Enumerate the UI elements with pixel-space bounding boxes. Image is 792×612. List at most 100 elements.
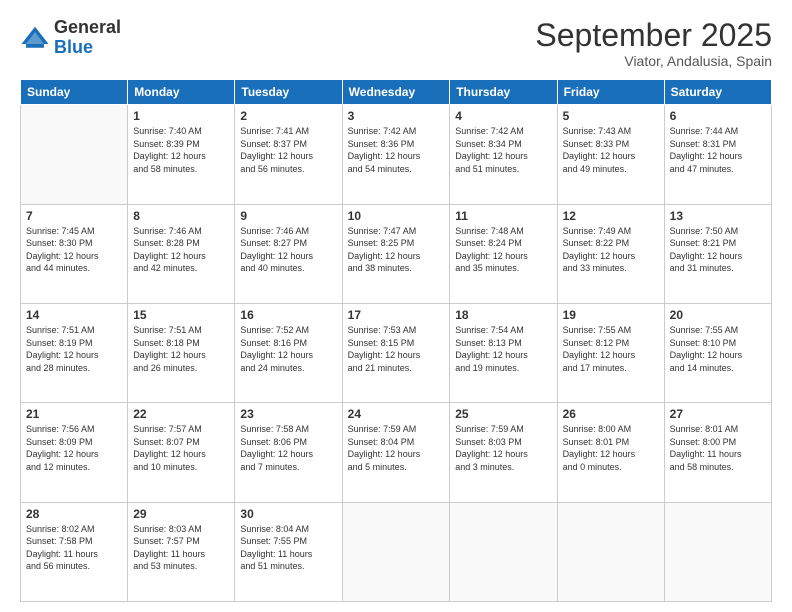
day-info: Sunrise: 7:54 AM Sunset: 8:13 PM Dayligh…	[455, 324, 551, 374]
day-info: Sunrise: 7:42 AM Sunset: 8:34 PM Dayligh…	[455, 125, 551, 175]
day-number: 26	[563, 407, 659, 421]
calendar-week-row: 21 Sunrise: 7:56 AM Sunset: 8:09 PM Dayli…	[21, 403, 772, 502]
table-row: 15 Sunrise: 7:51 AM Sunset: 8:18 PM Dayli…	[128, 303, 235, 402]
table-row: 13 Sunrise: 7:50 AM Sunset: 8:21 PM Dayli…	[664, 204, 771, 303]
calendar-table: Sunday Monday Tuesday Wednesday Thursday…	[20, 79, 772, 602]
table-row: 8 Sunrise: 7:46 AM Sunset: 8:28 PM Daylig…	[128, 204, 235, 303]
day-number: 14	[26, 308, 122, 322]
table-row: 30 Sunrise: 8:04 AM Sunset: 7:55 PM Dayli…	[235, 502, 342, 601]
calendar-week-row: 7 Sunrise: 7:45 AM Sunset: 8:30 PM Daylig…	[21, 204, 772, 303]
day-number: 4	[455, 109, 551, 123]
table-row: 3Sunrise: 7:42 AM Sunset: 8:36 PM Daylig…	[342, 105, 450, 204]
table-row: 6Sunrise: 7:44 AM Sunset: 8:31 PM Daylig…	[664, 105, 771, 204]
day-info: Sunrise: 7:52 AM Sunset: 8:16 PM Dayligh…	[240, 324, 336, 374]
day-number: 23	[240, 407, 336, 421]
day-number: 5	[563, 109, 659, 123]
day-info: Sunrise: 8:01 AM Sunset: 8:00 PM Dayligh…	[670, 423, 766, 473]
logo-icon	[20, 23, 50, 53]
table-row	[21, 105, 128, 204]
day-number: 19	[563, 308, 659, 322]
table-row: 21 Sunrise: 7:56 AM Sunset: 8:09 PM Dayli…	[21, 403, 128, 502]
table-row: 11Sunrise: 7:48 AM Sunset: 8:24 PM Dayli…	[450, 204, 557, 303]
table-row: 22Sunrise: 7:57 AM Sunset: 8:07 PM Dayli…	[128, 403, 235, 502]
table-row: 5 Sunrise: 7:43 AM Sunset: 8:33 PM Daylig…	[557, 105, 664, 204]
day-info: Sunrise: 8:03 AM Sunset: 7:57 PM Dayligh…	[133, 523, 229, 573]
table-row	[664, 502, 771, 601]
day-info: Sunrise: 7:51 AM Sunset: 8:18 PM Dayligh…	[133, 324, 229, 374]
col-monday: Monday	[128, 80, 235, 105]
subtitle: Viator, Andalusia, Spain	[535, 53, 772, 69]
table-row: 27 Sunrise: 8:01 AM Sunset: 8:00 PM Dayli…	[664, 403, 771, 502]
day-number: 30	[240, 507, 336, 521]
table-row: 14 Sunrise: 7:51 AM Sunset: 8:19 PM Dayli…	[21, 303, 128, 402]
day-number: 17	[348, 308, 445, 322]
day-number: 25	[455, 407, 551, 421]
table-row: 29 Sunrise: 8:03 AM Sunset: 7:57 PM Dayli…	[128, 502, 235, 601]
day-info: Sunrise: 7:50 AM Sunset: 8:21 PM Dayligh…	[670, 225, 766, 275]
day-info: Sunrise: 7:53 AM Sunset: 8:15 PM Dayligh…	[348, 324, 445, 374]
day-info: Sunrise: 8:04 AM Sunset: 7:55 PM Dayligh…	[240, 523, 336, 573]
table-row: 10Sunrise: 7:47 AM Sunset: 8:25 PM Dayli…	[342, 204, 450, 303]
day-info: Sunrise: 7:51 AM Sunset: 8:19 PM Dayligh…	[26, 324, 122, 374]
calendar-header-row: Sunday Monday Tuesday Wednesday Thursday…	[21, 80, 772, 105]
day-info: Sunrise: 8:00 AM Sunset: 8:01 PM Dayligh…	[563, 423, 659, 473]
month-title: September 2025	[535, 18, 772, 53]
day-number: 15	[133, 308, 229, 322]
calendar-week-row: 28 Sunrise: 8:02 AM Sunset: 7:58 PM Dayli…	[21, 502, 772, 601]
table-row: 20 Sunrise: 7:55 AM Sunset: 8:10 PM Dayli…	[664, 303, 771, 402]
table-row: 9 Sunrise: 7:46 AM Sunset: 8:27 PM Daylig…	[235, 204, 342, 303]
day-number: 21	[26, 407, 122, 421]
day-number: 10	[348, 209, 445, 223]
day-info: Sunrise: 7:46 AM Sunset: 8:27 PM Dayligh…	[240, 225, 336, 275]
table-row: 2 Sunrise: 7:41 AM Sunset: 8:37 PM Daylig…	[235, 105, 342, 204]
title-block: September 2025 Viator, Andalusia, Spain	[535, 18, 772, 69]
day-info: Sunrise: 7:55 AM Sunset: 8:12 PM Dayligh…	[563, 324, 659, 374]
day-info: Sunrise: 7:46 AM Sunset: 8:28 PM Dayligh…	[133, 225, 229, 275]
table-row	[342, 502, 450, 601]
calendar-week-row: 1Sunrise: 7:40 AM Sunset: 8:39 PM Daylig…	[21, 105, 772, 204]
page: General Blue September 2025 Viator, Anda…	[0, 0, 792, 612]
day-number: 24	[348, 407, 445, 421]
day-info: Sunrise: 7:59 AM Sunset: 8:03 PM Dayligh…	[455, 423, 551, 473]
day-number: 9	[240, 209, 336, 223]
day-number: 18	[455, 308, 551, 322]
day-info: Sunrise: 7:56 AM Sunset: 8:09 PM Dayligh…	[26, 423, 122, 473]
day-info: Sunrise: 7:41 AM Sunset: 8:37 PM Dayligh…	[240, 125, 336, 175]
day-number: 20	[670, 308, 766, 322]
table-row: 17 Sunrise: 7:53 AM Sunset: 8:15 PM Dayli…	[342, 303, 450, 402]
table-row	[450, 502, 557, 601]
day-info: Sunrise: 7:58 AM Sunset: 8:06 PM Dayligh…	[240, 423, 336, 473]
day-info: Sunrise: 7:57 AM Sunset: 8:07 PM Dayligh…	[133, 423, 229, 473]
day-number: 27	[670, 407, 766, 421]
day-info: Sunrise: 8:02 AM Sunset: 7:58 PM Dayligh…	[26, 523, 122, 573]
table-row: 18 Sunrise: 7:54 AM Sunset: 8:13 PM Dayli…	[450, 303, 557, 402]
day-number: 28	[26, 507, 122, 521]
day-number: 11	[455, 209, 551, 223]
table-row: 23 Sunrise: 7:58 AM Sunset: 8:06 PM Dayli…	[235, 403, 342, 502]
day-number: 7	[26, 209, 122, 223]
calendar-week-row: 14 Sunrise: 7:51 AM Sunset: 8:19 PM Dayli…	[21, 303, 772, 402]
day-info: Sunrise: 7:45 AM Sunset: 8:30 PM Dayligh…	[26, 225, 122, 275]
table-row: 16 Sunrise: 7:52 AM Sunset: 8:16 PM Dayli…	[235, 303, 342, 402]
day-number: 16	[240, 308, 336, 322]
day-number: 29	[133, 507, 229, 521]
table-row: 26 Sunrise: 8:00 AM Sunset: 8:01 PM Dayli…	[557, 403, 664, 502]
col-wednesday: Wednesday	[342, 80, 450, 105]
logo: General Blue	[20, 18, 121, 58]
table-row: 25 Sunrise: 7:59 AM Sunset: 8:03 PM Dayli…	[450, 403, 557, 502]
day-info: Sunrise: 7:43 AM Sunset: 8:33 PM Dayligh…	[563, 125, 659, 175]
day-number: 2	[240, 109, 336, 123]
header: General Blue September 2025 Viator, Anda…	[20, 18, 772, 69]
day-number: 12	[563, 209, 659, 223]
day-info: Sunrise: 7:42 AM Sunset: 8:36 PM Dayligh…	[348, 125, 445, 175]
table-row: 28 Sunrise: 8:02 AM Sunset: 7:58 PM Dayli…	[21, 502, 128, 601]
day-info: Sunrise: 7:59 AM Sunset: 8:04 PM Dayligh…	[348, 423, 445, 473]
table-row: 4 Sunrise: 7:42 AM Sunset: 8:34 PM Daylig…	[450, 105, 557, 204]
table-row: 24 Sunrise: 7:59 AM Sunset: 8:04 PM Dayli…	[342, 403, 450, 502]
table-row: 7 Sunrise: 7:45 AM Sunset: 8:30 PM Daylig…	[21, 204, 128, 303]
day-info: Sunrise: 7:44 AM Sunset: 8:31 PM Dayligh…	[670, 125, 766, 175]
day-number: 8	[133, 209, 229, 223]
day-info: Sunrise: 7:55 AM Sunset: 8:10 PM Dayligh…	[670, 324, 766, 374]
logo-text: General Blue	[54, 18, 121, 58]
day-number: 13	[670, 209, 766, 223]
